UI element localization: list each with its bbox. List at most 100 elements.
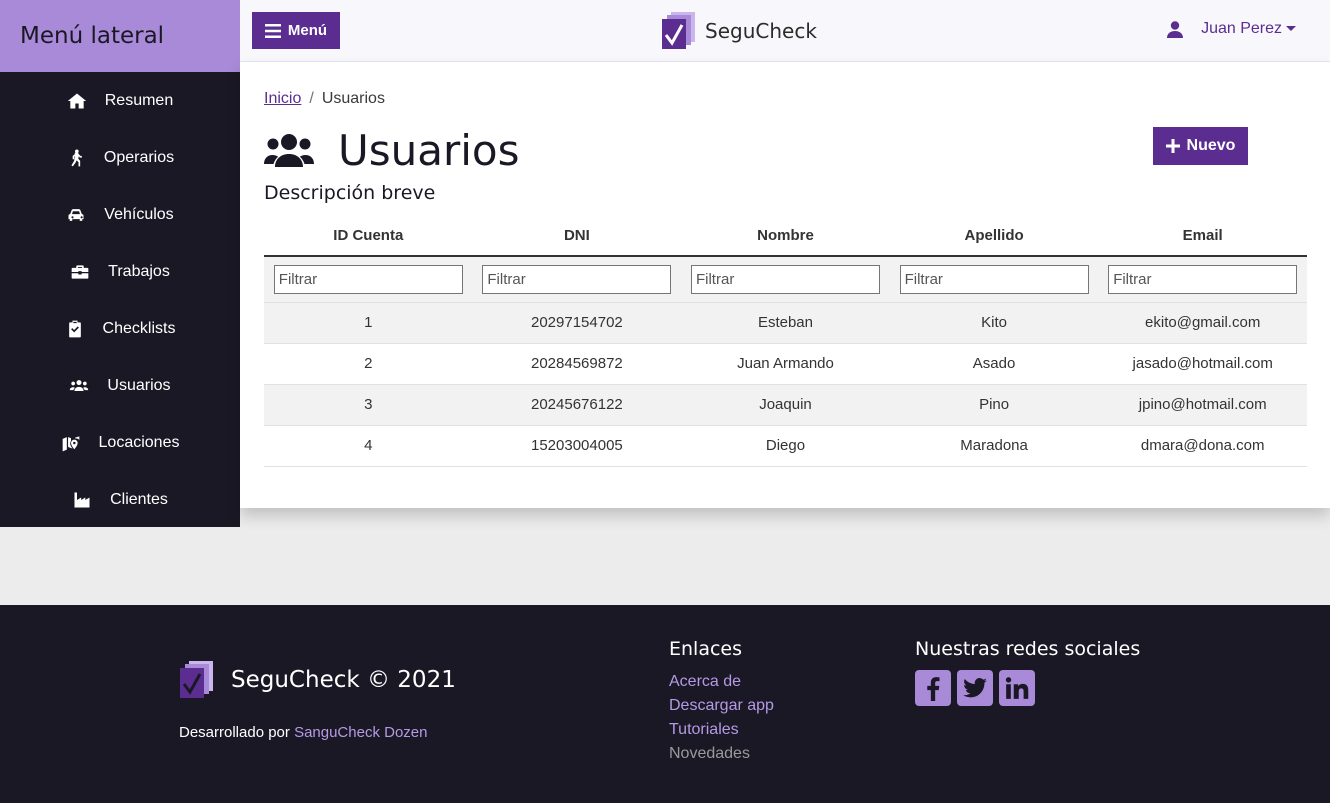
home-icon [67, 93, 86, 108]
column-header-dni[interactable]: DNI [472, 215, 682, 257]
link-descargar-app[interactable]: Descargar app [669, 694, 774, 718]
cell-dni: 20245676122 [472, 384, 682, 426]
filter-input-nombre[interactable] [690, 264, 880, 294]
filter-cell [264, 256, 473, 303]
car-icon [68, 208, 84, 221]
main-content: Inicio / Usuarios Usuarios Nuevo Descrip… [240, 62, 1330, 508]
sidebar-item-label: Trabajos [108, 262, 170, 280]
footer-links: Enlaces Acerca de Descargar app Tutorial… [669, 638, 774, 766]
link-acerca-de[interactable]: Acerca de [669, 670, 774, 694]
sidebar: Menú lateral Resumen Operarios Vehículos… [0, 0, 240, 527]
sidebar-item-label: Checklists [102, 319, 176, 337]
sidebar-header: Menú lateral [0, 0, 240, 72]
links-heading: Enlaces [669, 638, 743, 660]
cell-email: ekito@gmail.com [1098, 302, 1307, 344]
footer-social: Nuestras redes sociales [915, 638, 1140, 706]
cell-id-cuenta: 1 [264, 302, 473, 344]
cell-dni: 20297154702 [472, 302, 682, 344]
facebook-link[interactable] [915, 670, 951, 706]
footer-developer: Desarrollado por SanguCheck Dozen [179, 724, 427, 741]
facebook-icon [927, 677, 940, 701]
cell-dni: 20284569872 [472, 343, 682, 385]
column-header-nombre[interactable]: Nombre [681, 215, 890, 257]
user-icon [1167, 20, 1184, 38]
menu-toggle-button[interactable]: Menú [252, 12, 340, 49]
user-name: Juan Perez [1201, 20, 1282, 37]
users-icon [264, 133, 314, 167]
cell-dni: 15203004005 [472, 425, 682, 467]
table-row[interactable]: 2 20284569872 Juan Armando Asado jasado@… [264, 343, 1307, 385]
twitter-link[interactable] [957, 670, 993, 706]
filter-input-id-cuenta[interactable] [273, 264, 463, 294]
filter-section [264, 256, 1307, 303]
social-icons [915, 670, 1140, 706]
users-table-container: ID Cuenta DNI Nombre Apellido Email 1 20… [264, 215, 1307, 467]
user-menu[interactable]: Juan Perez [1167, 20, 1296, 38]
page-subtitle: Descripción breve [264, 182, 436, 204]
user-name-dropdown[interactable]: Juan Perez [1201, 20, 1296, 38]
filter-cell [472, 256, 682, 303]
users-icon [70, 379, 89, 391]
sidebar-item-checklists[interactable]: Checklists [0, 300, 240, 357]
sidebar-item-vehiculos[interactable]: Vehículos [0, 186, 240, 243]
new-user-button[interactable]: Nuevo [1153, 127, 1248, 165]
filter-input-email[interactable] [1108, 264, 1298, 294]
cell-nombre: Esteban [681, 302, 890, 344]
cell-apellido: Kito [889, 302, 1099, 344]
map-marker-icon [62, 435, 79, 451]
sidebar-title: Menú lateral [20, 23, 165, 49]
brand[interactable]: SeguCheck [662, 12, 817, 49]
cell-nombre: Joaquin [681, 384, 890, 426]
cell-apellido: Pino [889, 384, 1099, 426]
table-row[interactable]: 1 20297154702 Esteban Kito ekito@gmail.c… [264, 302, 1307, 344]
table-row[interactable]: 3 20245676122 Joaquin Pino jpino@hotmail… [264, 384, 1307, 426]
table-header: ID Cuenta DNI Nombre Apellido Email [264, 215, 1307, 257]
footer-brand-name: SeguCheck © 2021 [231, 666, 456, 693]
sidebar-item-label: Clientes [110, 490, 168, 508]
page-heading: Usuarios [338, 126, 520, 175]
table-row[interactable]: 4 15203004005 Diego Maradona dmara@dona.… [264, 425, 1307, 467]
industry-icon [74, 492, 90, 507]
filter-input-apellido[interactable] [899, 264, 1089, 294]
cell-nombre: Diego [681, 425, 890, 467]
filter-input-dni[interactable] [482, 264, 672, 294]
table-body: 1 20297154702 Esteban Kito ekito@gmail.c… [264, 302, 1307, 467]
sidebar-item-resumen[interactable]: Resumen [0, 72, 240, 129]
top-navbar: Menú SeguCheck Juan Perez [240, 0, 1330, 62]
linkedin-link[interactable] [999, 670, 1035, 706]
breadcrumb: Inicio / Usuarios [264, 90, 385, 108]
column-header-apellido[interactable]: Apellido [889, 215, 1099, 257]
menu-label: Menú [287, 22, 328, 39]
segucheck-logo-icon [662, 12, 695, 49]
sidebar-item-label: Resumen [104, 91, 174, 109]
link-tutoriales[interactable]: Tutoriales [669, 718, 774, 742]
column-header-id-cuenta[interactable]: ID Cuenta [264, 215, 473, 257]
sidebar-item-usuarios[interactable]: Usuarios [0, 357, 240, 414]
filter-row [264, 256, 1307, 303]
filter-cell [1098, 256, 1307, 303]
caret-down-icon [1286, 26, 1296, 32]
sidebar-menu: Resumen Operarios Vehículos Trabajos Che… [0, 72, 240, 528]
filter-cell [681, 256, 890, 303]
sidebar-item-operarios[interactable]: Operarios [0, 129, 240, 186]
briefcase-icon [71, 264, 89, 279]
clipboard-check-icon [68, 320, 81, 337]
sidebar-item-label: Locaciones [98, 433, 180, 451]
developer-link[interactable]: SanguCheck Dozen [294, 724, 427, 741]
twitter-icon [963, 678, 987, 698]
sidebar-item-trabajos[interactable]: Trabajos [0, 243, 240, 300]
hamburger-icon [264, 23, 281, 38]
sidebar-item-clientes[interactable]: Clientes [0, 471, 240, 528]
filter-cell [889, 256, 1099, 303]
sidebar-item-locaciones[interactable]: Locaciones [0, 414, 240, 471]
developer-prefix: Desarrollado por [179, 724, 290, 741]
cell-id-cuenta: 4 [264, 425, 473, 467]
cell-email: jasado@hotmail.com [1098, 343, 1307, 385]
link-novedades[interactable]: Novedades [669, 742, 774, 766]
plus-icon [1165, 139, 1180, 153]
header-row: ID Cuenta DNI Nombre Apellido Email [264, 215, 1307, 257]
column-header-email[interactable]: Email [1098, 215, 1307, 257]
breadcrumb-home-link[interactable]: Inicio [264, 90, 301, 108]
new-button-label: Nuevo [1186, 137, 1236, 154]
cell-email: jpino@hotmail.com [1098, 384, 1307, 426]
